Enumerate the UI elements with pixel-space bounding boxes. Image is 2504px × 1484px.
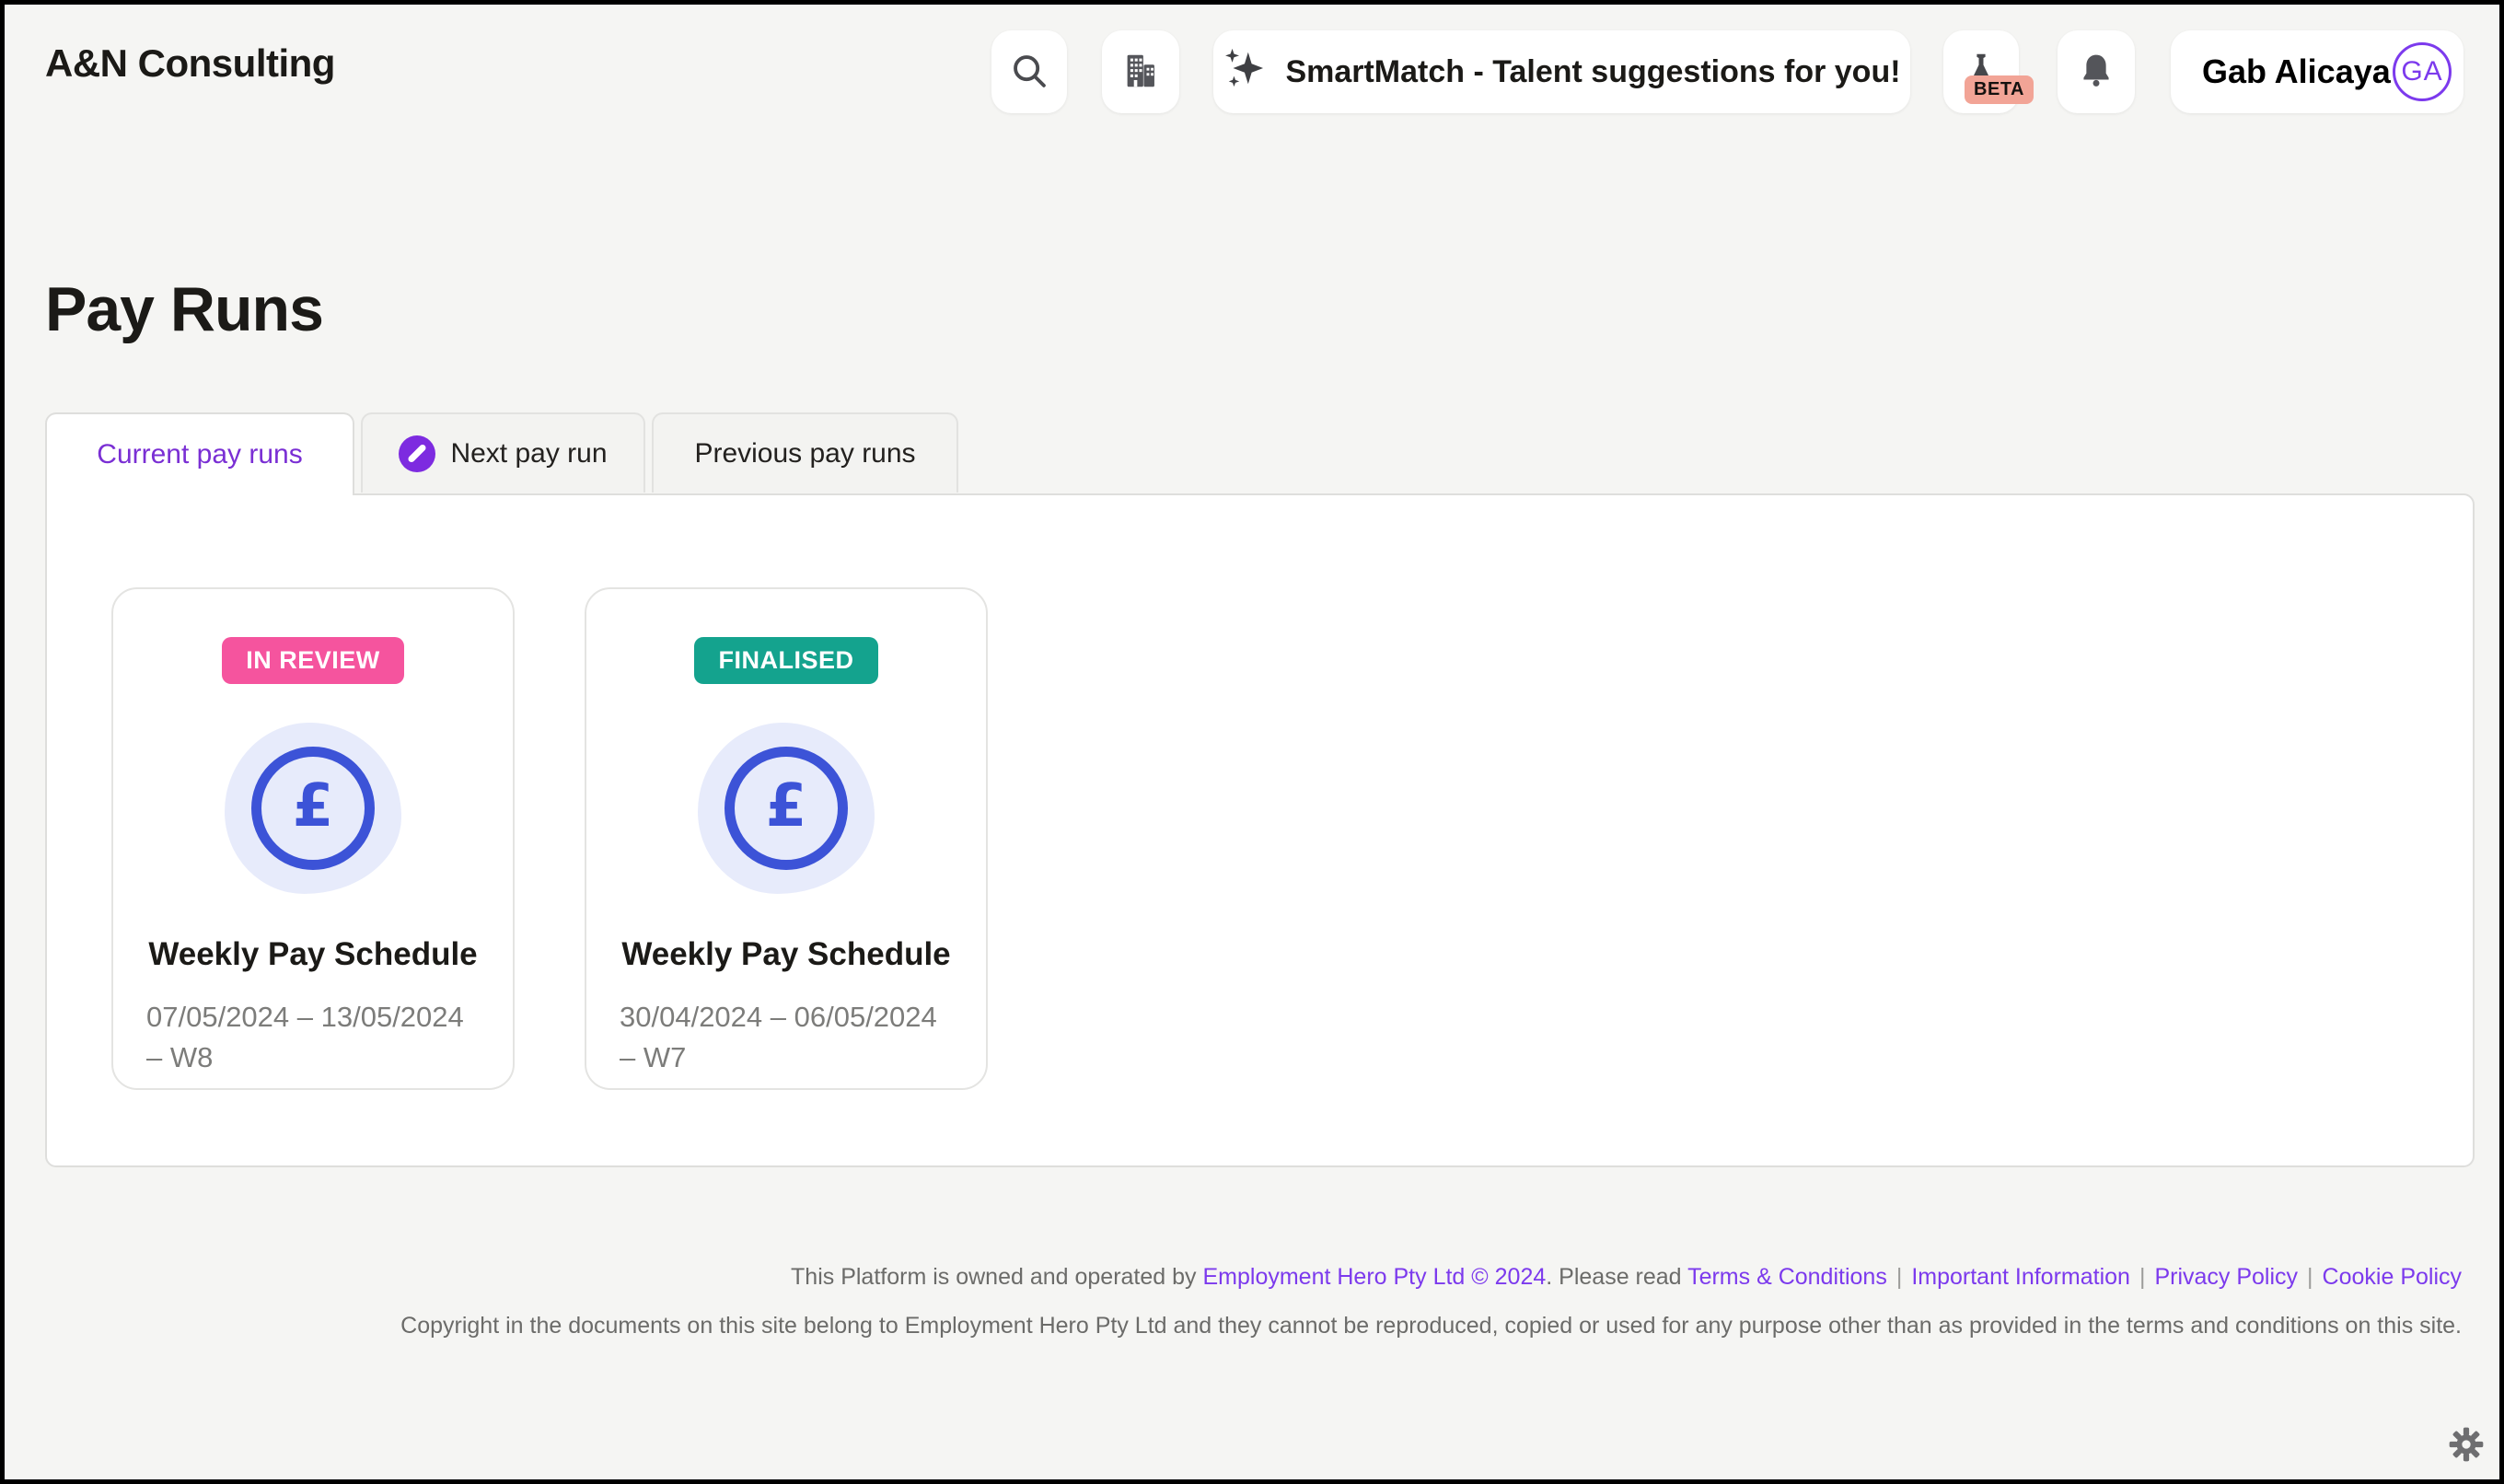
pay-period: 07/05/2024 – 13/05/2024 – W8 <box>146 997 480 1078</box>
avatar: GA <box>2393 42 2452 101</box>
tab-label: Current pay runs <box>97 439 302 470</box>
profile-button[interactable]: Gab Alicaya GA <box>2171 30 2463 113</box>
important-info-link[interactable]: Important Information <box>1911 1264 2130 1290</box>
terms-link[interactable]: Terms & Conditions <box>1687 1264 1887 1290</box>
search-icon <box>1008 50 1050 95</box>
separator: | <box>1896 1264 1903 1290</box>
pound-icon: £ <box>698 723 875 894</box>
tab-previous-pay-runs[interactable]: Previous pay runs <box>652 412 958 493</box>
privacy-link[interactable]: Privacy Policy <box>2154 1264 2298 1290</box>
smartmatch-label: SmartMatch - Talent suggestions for you! <box>1285 54 1900 90</box>
notifications-button[interactable] <box>2058 30 2135 113</box>
pay-run-card[interactable]: IN REVIEW £ Weekly Pay Schedule 07/05/20… <box>111 587 515 1090</box>
bell-icon <box>2076 51 2116 94</box>
sparkles-icon <box>1223 47 1265 98</box>
footer-line2: Copyright in the documents on this site … <box>281 1302 2462 1351</box>
pound-icon: £ <box>225 723 401 894</box>
tab-label: Previous pay runs <box>694 438 915 470</box>
tab-current-pay-runs[interactable]: Current pay runs <box>45 412 354 495</box>
pay-period: 30/04/2024 – 06/05/2024 – W7 <box>620 997 953 1078</box>
pay-schedule-title: Weekly Pay Schedule <box>586 936 986 973</box>
smartmatch-banner-button[interactable]: SmartMatch - Talent suggestions for you! <box>1213 30 1910 113</box>
footer-line1: This Platform is owned and operated by E… <box>281 1253 2462 1302</box>
beta-badge: BETA <box>1965 75 2034 104</box>
pay-schedule-title: Weekly Pay Schedule <box>113 936 513 973</box>
page: A&N Consulting <box>0 0 2504 1484</box>
separator: | <box>2139 1264 2146 1290</box>
company-brand: A&N Consulting <box>45 41 335 86</box>
labs-button[interactable]: BETA <box>1943 30 2019 113</box>
employment-hero-link[interactable]: Employment Hero Pty Ltd © 2024 <box>1202 1264 1546 1290</box>
status-badge: FINALISED <box>694 637 877 684</box>
separator: | <box>2307 1264 2313 1290</box>
user-name: Gab Alicaya <box>2202 52 2391 91</box>
tab-next-pay-run[interactable]: Next pay run <box>361 412 645 493</box>
company-switcher-button[interactable] <box>1102 30 1179 113</box>
edit-circle-icon <box>399 435 435 472</box>
footer: This Platform is owned and operated by E… <box>281 1253 2462 1351</box>
building-icon <box>1119 50 1162 95</box>
pay-run-card[interactable]: FINALISED £ Weekly Pay Schedule 30/04/20… <box>585 587 988 1090</box>
search-button[interactable] <box>991 30 1067 113</box>
cookie-link[interactable]: Cookie Policy <box>2323 1264 2462 1290</box>
page-title: Pay Runs <box>45 273 323 345</box>
status-badge: IN REVIEW <box>222 637 404 684</box>
settings-gear-icon[interactable] <box>2448 1426 2485 1463</box>
tab-label: Next pay run <box>450 438 607 470</box>
